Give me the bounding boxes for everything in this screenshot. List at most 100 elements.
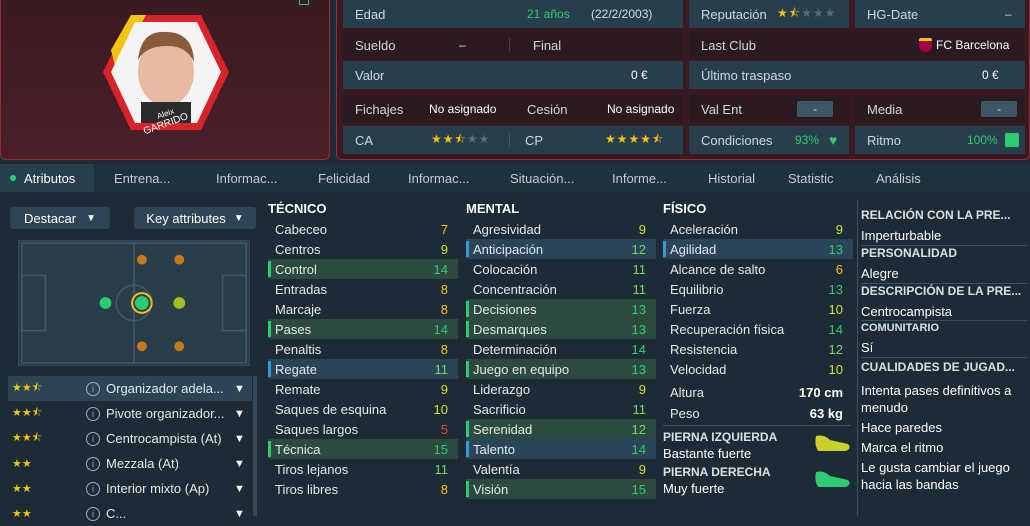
fisico-attribute-row[interactable]: Fuerza 10 — [663, 299, 853, 319]
attribute-value: 13 — [631, 321, 646, 337]
column-divider — [857, 200, 858, 516]
info-icon[interactable]: i — [86, 406, 100, 421]
tecnico-attribute-row[interactable]: Control 14 — [268, 259, 458, 279]
fisico-attribute-row[interactable]: Alcance de salto 6 — [663, 259, 853, 279]
role-stars: ★★⯪ — [12, 432, 43, 444]
peso-label: Peso — [670, 405, 700, 421]
tecnico-attribute-row[interactable]: Centros 9 — [268, 239, 458, 259]
tecnico-attribute-row[interactable]: Regate 11 — [268, 359, 458, 379]
role-item[interactable]: ★★ i Mezzala (At) ▼ — [8, 451, 252, 476]
tab-situacion[interactable]: Situación... — [490, 164, 592, 192]
mental-attribute-row[interactable]: Determinación 14 — [466, 339, 656, 359]
tecnico-attribute-row[interactable]: Remate 9 — [268, 379, 458, 399]
altura-label: Altura — [670, 384, 704, 400]
chevron-down-icon[interactable]: ▼ — [234, 458, 245, 470]
attribute-value: 14 — [631, 441, 646, 457]
mental-attribute-row[interactable]: Sacrificio 11 — [466, 399, 656, 419]
birth-date: (22/2/2003) — [591, 7, 653, 21]
tecnico-attribute-row[interactable]: Marcaje 8 — [268, 299, 458, 319]
role-name: Centrocampista (At) — [106, 431, 222, 446]
mental-attribute-row[interactable]: Visión 15 — [466, 479, 656, 499]
fisico-attribute-row[interactable]: Recuperación física 14 — [663, 319, 853, 339]
tab-informe[interactable]: Informe... — [592, 164, 688, 192]
attribute-value: 11 — [632, 281, 647, 297]
tab-statistic[interactable]: Statistic — [774, 164, 860, 192]
destacar-dropdown[interactable]: Destacar ▼ — [10, 207, 110, 229]
mental-attribute-row[interactable]: Juego en equipo 13 — [466, 359, 656, 379]
mental-attribute-row[interactable]: Decisiones 13 — [466, 299, 656, 319]
attribute-value: 13 — [828, 241, 843, 257]
info-icon[interactable]: i — [86, 481, 100, 496]
attribute-value: 12 — [631, 421, 646, 437]
mental-attribute-row[interactable]: Desmarques 13 — [466, 319, 656, 339]
tecnico-attribute-row[interactable]: Técnica 15 — [268, 439, 458, 459]
attribute-name: Agresividad — [473, 221, 541, 237]
tab-informacion-2[interactable]: Informac... — [388, 164, 490, 192]
role-item[interactable]: ★★⯪ i Organizador adela... ▼ — [8, 376, 252, 401]
attribute-name: Serenidad — [473, 421, 533, 437]
mental-attribute-row[interactable]: Anticipación 12 — [466, 239, 656, 259]
key-attributes-dropdown[interactable]: Key attributes ▼ — [134, 207, 256, 229]
tecnico-attribute-row[interactable]: Entradas 8 — [268, 279, 458, 299]
tab-entrenamiento[interactable]: Entrena... — [94, 164, 196, 192]
info-icon[interactable]: i — [86, 456, 100, 471]
lastclub-value[interactable]: FC Barcelona — [919, 38, 1009, 52]
right-boot-icon — [815, 471, 850, 487]
attribute-value: 12 — [631, 241, 646, 257]
fisico-attribute-row[interactable]: Velocidad 10 — [663, 359, 853, 379]
sueldo-row: Sueldo – Final — [343, 31, 683, 59]
chevron-down-icon[interactable]: ▼ — [234, 483, 245, 495]
attribute-value: 10 — [828, 301, 843, 317]
mental-attribute-row[interactable]: Serenidad 12 — [466, 419, 656, 439]
info-icon[interactable]: i — [86, 381, 100, 396]
attribute-value: 8 — [440, 341, 448, 357]
tecnico-attribute-row[interactable]: Tiros libres 8 — [268, 479, 458, 499]
fisico-attribute-row[interactable]: Resistencia 12 — [663, 339, 853, 359]
chevron-down-icon[interactable]: ▼ — [234, 408, 245, 420]
mental-attribute-row[interactable]: Concentración 11 — [466, 279, 656, 299]
fisico-attribute-row[interactable]: Agilidad 13 — [663, 239, 853, 259]
role-item[interactable]: ★★ i C... ▼ — [8, 501, 252, 526]
reputacion-row: Reputación ★⯪★★★ — [689, 0, 849, 28]
mental-attribute-row[interactable]: Colocación 11 — [466, 259, 656, 279]
chevron-down-icon[interactable]: ▼ — [234, 508, 245, 520]
attribute-name: Liderazgo — [473, 381, 531, 397]
attribute-name: Decisiones — [473, 301, 537, 317]
role-list-scrollbar[interactable] — [253, 376, 257, 516]
mental-attribute-row[interactable]: Talento 14 — [466, 439, 656, 459]
highlight-marker — [466, 301, 469, 317]
fisico-attribute-row[interactable]: Aceleración 9 — [663, 219, 853, 239]
tecnico-attribute-row[interactable]: Pases 14 — [268, 319, 458, 339]
tecnico-attribute-row[interactable]: Saques de esquina 10 — [268, 399, 458, 419]
tecnico-attribute-row[interactable]: Cabeceo 7 — [268, 219, 458, 239]
tab-label: Análisis — [876, 170, 921, 186]
info-icon[interactable]: i — [86, 506, 100, 521]
media-row: Media - — [855, 95, 1025, 123]
tecnico-attribute-row[interactable]: Tiros lejanos 11 — [268, 459, 458, 479]
attribute-value: 9 — [638, 381, 646, 397]
tab-atributos[interactable]: Atributos — [0, 164, 94, 192]
tecnico-attribute-row[interactable]: Saques largos 5 — [268, 419, 458, 439]
mental-attribute-row[interactable]: Liderazgo 9 — [466, 379, 656, 399]
info-icon[interactable]: i — [86, 431, 100, 446]
role-item[interactable]: ★★⯪ i Pivote organizador... ▼ — [8, 401, 252, 426]
role-item[interactable]: ★★ i Interior mixto (Ap) ▼ — [8, 476, 252, 501]
attribute-name: Aceleración — [670, 221, 738, 237]
altura-row: Altura 170 cm — [663, 382, 853, 402]
fisico-attribute-row[interactable]: Equilibrio 13 — [663, 279, 853, 299]
attribute-value: 9 — [638, 221, 646, 237]
valent-label: Val Ent — [701, 101, 742, 117]
chevron-down-icon[interactable]: ▼ — [234, 383, 245, 395]
tab-felicidad[interactable]: Felicidad — [298, 164, 388, 192]
tecnico-attribute-row[interactable]: Penaltis 8 — [268, 339, 458, 359]
attribute-value: 9 — [440, 381, 448, 397]
media-value: - — [981, 101, 1017, 117]
pierna-derecha-value: Muy fuerte — [663, 481, 725, 496]
tab-analisis[interactable]: Análisis — [860, 164, 946, 192]
role-item[interactable]: ★★⯪ i Centrocampista (At) ▼ — [8, 426, 252, 451]
mental-attribute-row[interactable]: Agresividad 9 — [466, 219, 656, 239]
mental-attribute-row[interactable]: Valentía 9 — [466, 459, 656, 479]
tab-informacion-1[interactable]: Informac... — [196, 164, 298, 192]
chevron-down-icon[interactable]: ▼ — [234, 433, 245, 445]
tab-historial[interactable]: Historial — [688, 164, 774, 192]
